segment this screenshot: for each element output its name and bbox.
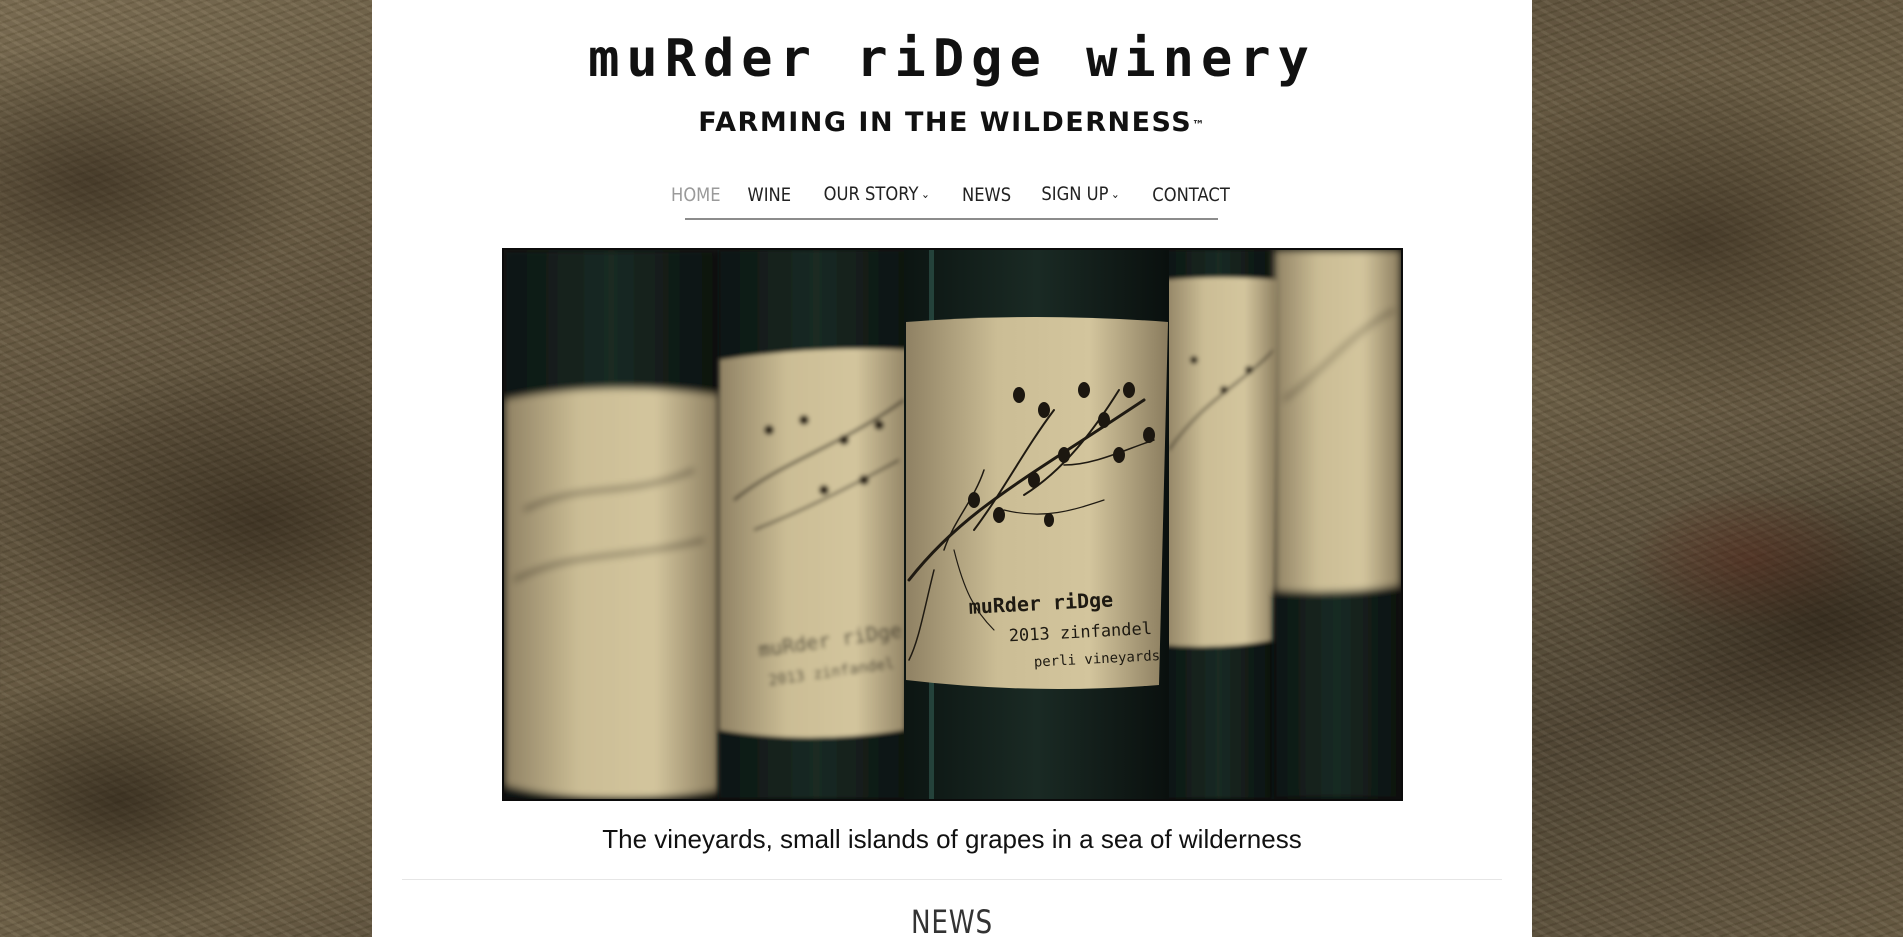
- nav-item-news[interactable]: NEWS: [954, 178, 1020, 212]
- main-nav: HOME WINE OUR STORY ⌄ NEWS SIGN UP ⌄ CONTA…: [671, 172, 1230, 220]
- site-logo[interactable]: muRder riDge winery: [372, 28, 1532, 90]
- site-tagline: FARMING IN THE WILDERNESS™: [372, 106, 1532, 140]
- bottle-left: muRder riDge 2013 zinfandel: [719, 250, 914, 799]
- nav-item-sign-up[interactable]: SIGN UP ⌄: [1033, 177, 1129, 213]
- nav-item-wine[interactable]: WINE: [739, 178, 800, 212]
- nav-item-label: WINE: [747, 184, 792, 206]
- nav-item-label: CONTACT: [1152, 184, 1231, 206]
- news-section-heading: NEWS: [910, 903, 994, 937]
- nav-item-our-story[interactable]: OUR STORY ⌄: [815, 177, 938, 213]
- hero-caption: The vineyards, small islands of grapes i…: [602, 824, 1302, 854]
- bottle-right: [1164, 250, 1279, 799]
- nav-item-label: HOME: [670, 184, 721, 206]
- nav-item-contact[interactable]: CONTACT: [1144, 178, 1239, 212]
- content-column: muRder riDge winery FARMING IN THE WILDE…: [372, 0, 1532, 937]
- nav-item-home[interactable]: HOME: [662, 178, 729, 212]
- section-divider: [402, 879, 1502, 880]
- trademark-mark: ™: [1192, 118, 1206, 132]
- bottle-far-right: [1274, 250, 1401, 799]
- nav-item-label: NEWS: [962, 184, 1012, 206]
- tagline-text: FARMING IN THE WILDERNESS: [698, 107, 1193, 138]
- hero-image: muRder riDge 2013 zinfandel muRder riDge…: [502, 248, 1403, 801]
- chevron-down-icon: ⌄: [920, 187, 930, 201]
- nav-item-label: OUR STORY: [823, 183, 919, 205]
- bottle-far-left: [504, 250, 719, 799]
- bottle-center: muRder riDge 2013 zinfandel perli vineya…: [904, 250, 1169, 799]
- nav-item-label: SIGN UP: [1041, 183, 1109, 205]
- chevron-down-icon: ⌄: [1111, 187, 1120, 201]
